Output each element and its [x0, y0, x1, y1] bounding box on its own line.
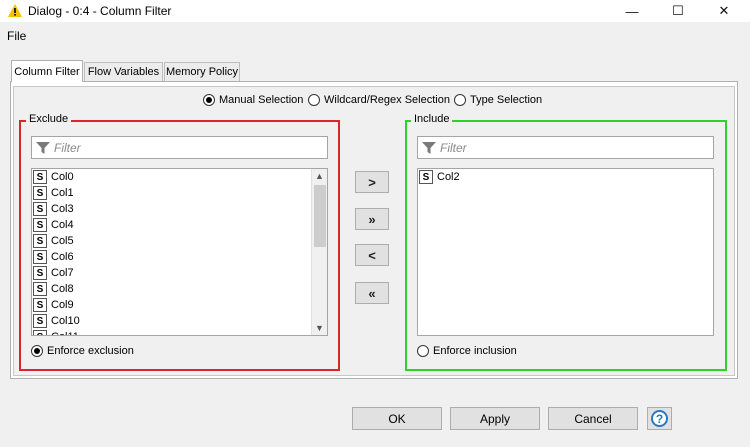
add-button[interactable]: > [355, 171, 389, 193]
column-name: Col7 [51, 267, 74, 279]
minimize-button[interactable]: — [612, 0, 652, 22]
ok-button[interactable]: OK [352, 407, 442, 430]
add-all-button[interactable]: » [355, 208, 389, 230]
list-item[interactable]: S Col5 [32, 233, 311, 249]
column-name: Col6 [51, 251, 74, 263]
list-item[interactable]: S Col10 [32, 313, 311, 329]
warning-triangle-icon [8, 4, 22, 17]
string-type-icon: S [33, 266, 47, 280]
cancel-button[interactable]: Cancel [548, 407, 638, 430]
list-item[interactable]: S Col7 [32, 265, 311, 281]
funnel-icon [422, 141, 436, 154]
radio-button[interactable] [417, 345, 429, 357]
column-name: Col1 [51, 187, 74, 199]
string-type-icon: S [33, 298, 47, 312]
string-type-icon: S [33, 234, 47, 248]
column-name: Col11 [51, 331, 79, 335]
include-filter-input[interactable]: Filter [417, 136, 714, 159]
include-title: Include [411, 113, 453, 125]
radio-button[interactable] [31, 345, 43, 357]
tab-flow-variables[interactable]: Flow Variables [84, 62, 163, 81]
string-type-icon: S [33, 218, 47, 232]
list-item[interactable]: S Col4 [32, 217, 311, 233]
funnel-icon [36, 141, 50, 154]
close-button[interactable]: ✕ [704, 0, 744, 22]
radio-label: Wildcard/Regex Selection [324, 94, 450, 106]
column-name: Col2 [437, 171, 460, 183]
column-name: Col0 [51, 171, 74, 183]
list-item[interactable]: S Col1 [32, 185, 311, 201]
help-icon: ? [651, 410, 668, 427]
scroll-up-icon[interactable]: ▲ [312, 169, 327, 183]
string-type-icon: S [33, 186, 47, 200]
exclude-scrollbar[interactable]: ▲ ▼ [311, 169, 327, 335]
remove-all-button[interactable]: « [355, 282, 389, 304]
tab-memory-policy[interactable]: Memory Policy [164, 62, 240, 81]
radio-type-selection[interactable]: Type Selection [454, 94, 542, 106]
include-list[interactable]: S Col2 [417, 168, 714, 336]
filter-placeholder: Filter [54, 140, 81, 155]
list-item[interactable]: S Col3 [32, 201, 311, 217]
tab-column-filter[interactable]: Column Filter [11, 60, 83, 82]
list-item[interactable]: S Col8 [32, 281, 311, 297]
list-item[interactable]: S Col0 [32, 169, 311, 185]
maximize-button[interactable]: ☐ [658, 0, 698, 22]
list-item[interactable]: S Col2 [418, 169, 713, 185]
column-name: Col8 [51, 283, 74, 295]
apply-button[interactable]: Apply [450, 407, 540, 430]
radio-label: Enforce inclusion [433, 345, 517, 357]
radio-button[interactable] [308, 94, 320, 106]
help-button[interactable]: ? [647, 407, 672, 430]
column-name: Col4 [51, 219, 74, 231]
string-type-icon: S [33, 314, 47, 328]
title-bar: Dialog - 0:4 - Column Filter — ☐ ✕ [0, 0, 750, 22]
filter-placeholder: Filter [440, 140, 467, 155]
radio-button[interactable] [203, 94, 215, 106]
list-item[interactable]: S Col9 [32, 297, 311, 313]
string-type-icon: S [33, 282, 47, 296]
column-name: Col3 [51, 203, 74, 215]
radio-wildcard-selection[interactable]: Wildcard/Regex Selection [308, 94, 450, 106]
exclude-filter-input[interactable]: Filter [31, 136, 328, 159]
scroll-thumb[interactable] [314, 185, 326, 247]
list-item[interactable]: S Col6 [32, 249, 311, 265]
column-name: Col10 [51, 315, 80, 327]
column-name: Col9 [51, 299, 74, 311]
radio-button[interactable] [454, 94, 466, 106]
scroll-down-icon[interactable]: ▼ [312, 321, 327, 335]
menu-file[interactable]: File [7, 29, 26, 43]
list-item[interactable]: S Col11 [32, 329, 311, 335]
enforce-inclusion-option[interactable]: Enforce inclusion [417, 345, 517, 357]
remove-button[interactable]: < [355, 244, 389, 266]
string-type-icon: S [33, 330, 47, 335]
column-name: Col5 [51, 235, 74, 247]
exclude-list[interactable]: S Col0 S Col1 S Col3 S Col4 S Col5 S Col6 S Col7 S Col8… [31, 168, 328, 336]
radio-label: Enforce exclusion [47, 345, 134, 357]
radio-label: Manual Selection [219, 94, 304, 106]
string-type-icon: S [419, 170, 433, 184]
enforce-exclusion-option[interactable]: Enforce exclusion [31, 345, 134, 357]
string-type-icon: S [33, 170, 47, 184]
string-type-icon: S [33, 202, 47, 216]
window-title: Dialog - 0:4 - Column Filter [28, 4, 172, 18]
exclude-title: Exclude [26, 113, 72, 125]
radio-label: Type Selection [470, 94, 543, 106]
string-type-icon: S [33, 250, 47, 264]
radio-manual-selection[interactable]: Manual Selection [203, 94, 303, 106]
